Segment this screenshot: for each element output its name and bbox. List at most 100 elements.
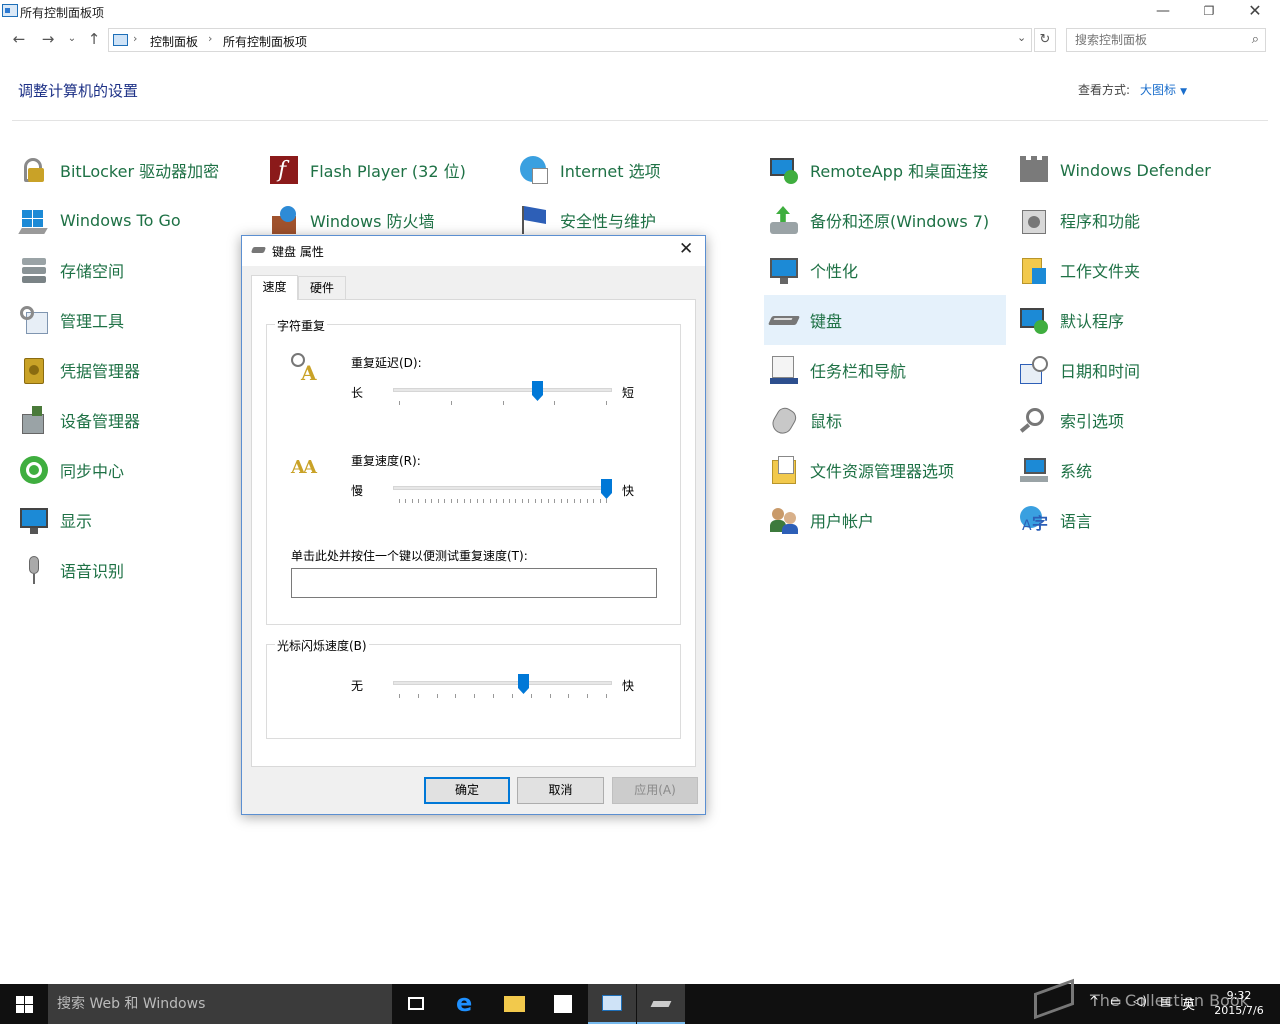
notification-icon[interactable]: ▤	[1160, 994, 1171, 1008]
item-device-manager[interactable]: 设备管理器	[14, 395, 256, 445]
cursor-blink-group: 光标闪烁速度(B) 无 快	[266, 637, 681, 739]
repeat-delay-slider[interactable]	[393, 381, 612, 407]
dialog-titlebar: 键盘 属性 ✕	[242, 236, 705, 266]
breadcrumb-chevron-icon[interactable]: ›	[208, 32, 212, 45]
item-programs-features[interactable]: 程序和功能	[1014, 195, 1256, 245]
item-windows-defender[interactable]: Windows Defender	[1014, 145, 1256, 195]
folder-options-icon	[768, 454, 800, 486]
item-storage-spaces[interactable]: 存储空间	[14, 245, 256, 295]
refresh-icon[interactable]: ↻	[1034, 28, 1056, 52]
slider-track[interactable]	[393, 681, 612, 685]
item-internet-options[interactable]: Internet 选项	[514, 145, 756, 195]
slider-tick	[574, 499, 575, 503]
tab-hardware[interactable]: 硬件	[298, 276, 346, 300]
dialog-close-icon[interactable]: ✕	[679, 239, 693, 259]
cursor-blink-fast-label: 快	[622, 679, 635, 693]
apply-button[interactable]: 应用(A)	[612, 777, 698, 804]
slider-tick	[606, 694, 607, 698]
file-explorer-icon[interactable]	[490, 984, 538, 1024]
back-arrow-icon[interactable]: ←	[9, 30, 29, 50]
network-icon[interactable]: ▭	[1110, 994, 1121, 1008]
repeat-rate-slider[interactable]	[393, 479, 612, 505]
item-system[interactable]: 系统	[1014, 445, 1256, 495]
up-arrow-icon[interactable]: ↑	[84, 30, 104, 50]
cancel-button[interactable]: 取消	[517, 777, 604, 804]
item-backup-restore[interactable]: 备份和还原(Windows 7)	[764, 195, 1006, 245]
slider-tick	[535, 499, 536, 503]
taskbar-search[interactable]: 搜索 Web 和 Windows	[48, 984, 392, 1024]
slider-track[interactable]	[393, 388, 612, 392]
display-icon	[18, 504, 50, 536]
slider-tick	[470, 499, 471, 503]
test-label: 单击此处并按住一个键以便测试重复速度(T):	[291, 549, 528, 563]
slider-track[interactable]	[393, 486, 612, 490]
item-credential-manager[interactable]: 凭据管理器	[14, 345, 256, 395]
item-personalization[interactable]: 个性化	[764, 245, 1006, 295]
windows-start-icon[interactable]	[0, 984, 48, 1024]
slider-tick	[464, 499, 465, 503]
item-indexing-options[interactable]: 索引选项	[1014, 395, 1256, 445]
slider-thumb[interactable]	[532, 381, 543, 401]
forward-arrow-icon[interactable]: →	[38, 30, 58, 50]
item-work-folders[interactable]: 工作文件夹	[1014, 245, 1256, 295]
address-bar[interactable]: › 控制面板 › 所有控制面板项 ⌄	[108, 28, 1032, 52]
repeat-rate-fast-label: 快	[622, 484, 635, 498]
item-flash-player[interactable]: f Flash Player (32 位)	[264, 145, 506, 195]
indexing-options-icon	[1018, 404, 1050, 436]
item-windows-to-go[interactable]: Windows To Go	[14, 195, 256, 245]
item-taskbar-navigation[interactable]: 任务栏和导航	[764, 345, 1006, 395]
credential-manager-icon	[18, 354, 50, 386]
slider-tick	[600, 499, 601, 503]
item-default-programs[interactable]: 默认程序	[1014, 295, 1256, 345]
item-display[interactable]: 显示	[14, 495, 256, 545]
search-input[interactable]	[1075, 30, 1245, 50]
slider-thumb[interactable]	[518, 674, 529, 694]
item-keyboard[interactable]: 键盘	[764, 295, 1006, 345]
item-bitlocker[interactable]: BitLocker 驱动器加密	[14, 145, 256, 195]
user-accounts-icon	[768, 504, 800, 536]
item-file-explorer-options[interactable]: 文件资源管理器选项	[764, 445, 1006, 495]
ime-indicator[interactable]: 英	[1182, 994, 1195, 1013]
close-button[interactable]: ✕	[1232, 0, 1278, 24]
item-sync-center[interactable]: 同步中心	[14, 445, 256, 495]
maximize-button[interactable]: ❐	[1186, 0, 1232, 24]
slider-tick	[541, 499, 542, 503]
item-remoteapp[interactable]: RemoteApp 和桌面连接	[764, 145, 1006, 195]
cursor-blink-slider[interactable]	[393, 674, 612, 700]
breadcrumb-control-panel[interactable]: 控制面板	[150, 33, 198, 50]
slider-tick	[457, 499, 458, 503]
repeat-test-field[interactable]	[291, 568, 657, 598]
recent-chevron-down-icon[interactable]: ⌄	[62, 30, 82, 50]
dropdown-arrow-icon[interactable]: ▼	[1180, 87, 1187, 97]
item-user-accounts[interactable]: 用户帐户	[764, 495, 1006, 545]
item-language[interactable]: 字A 语言	[1014, 495, 1256, 545]
slider-tick	[531, 694, 532, 698]
item-speech-recognition[interactable]: 语音识别	[14, 545, 256, 595]
windows-to-go-icon	[18, 204, 50, 236]
breadcrumb-chevron-icon[interactable]: ›	[133, 32, 137, 45]
control-panel-taskbar-icon[interactable]	[588, 984, 636, 1024]
clock[interactable]: 9:32 2015/7/6	[1212, 988, 1266, 1018]
tab-speed[interactable]: 速度	[251, 275, 298, 300]
item-date-time[interactable]: 日期和时间	[1014, 345, 1256, 395]
slider-thumb[interactable]	[601, 479, 612, 499]
search-box[interactable]: ⌕	[1066, 28, 1266, 52]
item-admin-tools[interactable]: 管理工具	[14, 295, 256, 345]
task-view-icon[interactable]	[392, 984, 440, 1024]
minimize-button[interactable]: —	[1140, 0, 1186, 24]
breadcrumb-all-items[interactable]: 所有控制面板项	[223, 33, 307, 50]
microphone-icon	[18, 554, 50, 586]
slider-tick	[548, 499, 549, 503]
system-icon	[1018, 454, 1050, 486]
item-mouse[interactable]: 鼠标	[764, 395, 1006, 445]
store-icon[interactable]	[539, 984, 587, 1024]
slider-tick	[522, 499, 523, 503]
view-by-dropdown[interactable]: 大图标	[1140, 83, 1176, 97]
search-icon[interactable]: ⌕	[1252, 32, 1259, 47]
ok-button[interactable]: 确定	[424, 777, 510, 804]
tray-chevron-icon[interactable]: ^	[1089, 994, 1099, 1008]
edge-browser-icon[interactable]: e	[442, 984, 490, 1024]
volume-icon[interactable]: ◁)	[1133, 994, 1147, 1008]
address-dropdown-icon[interactable]: ⌄	[1017, 31, 1026, 44]
keyboard-taskbar-icon[interactable]	[637, 984, 685, 1024]
